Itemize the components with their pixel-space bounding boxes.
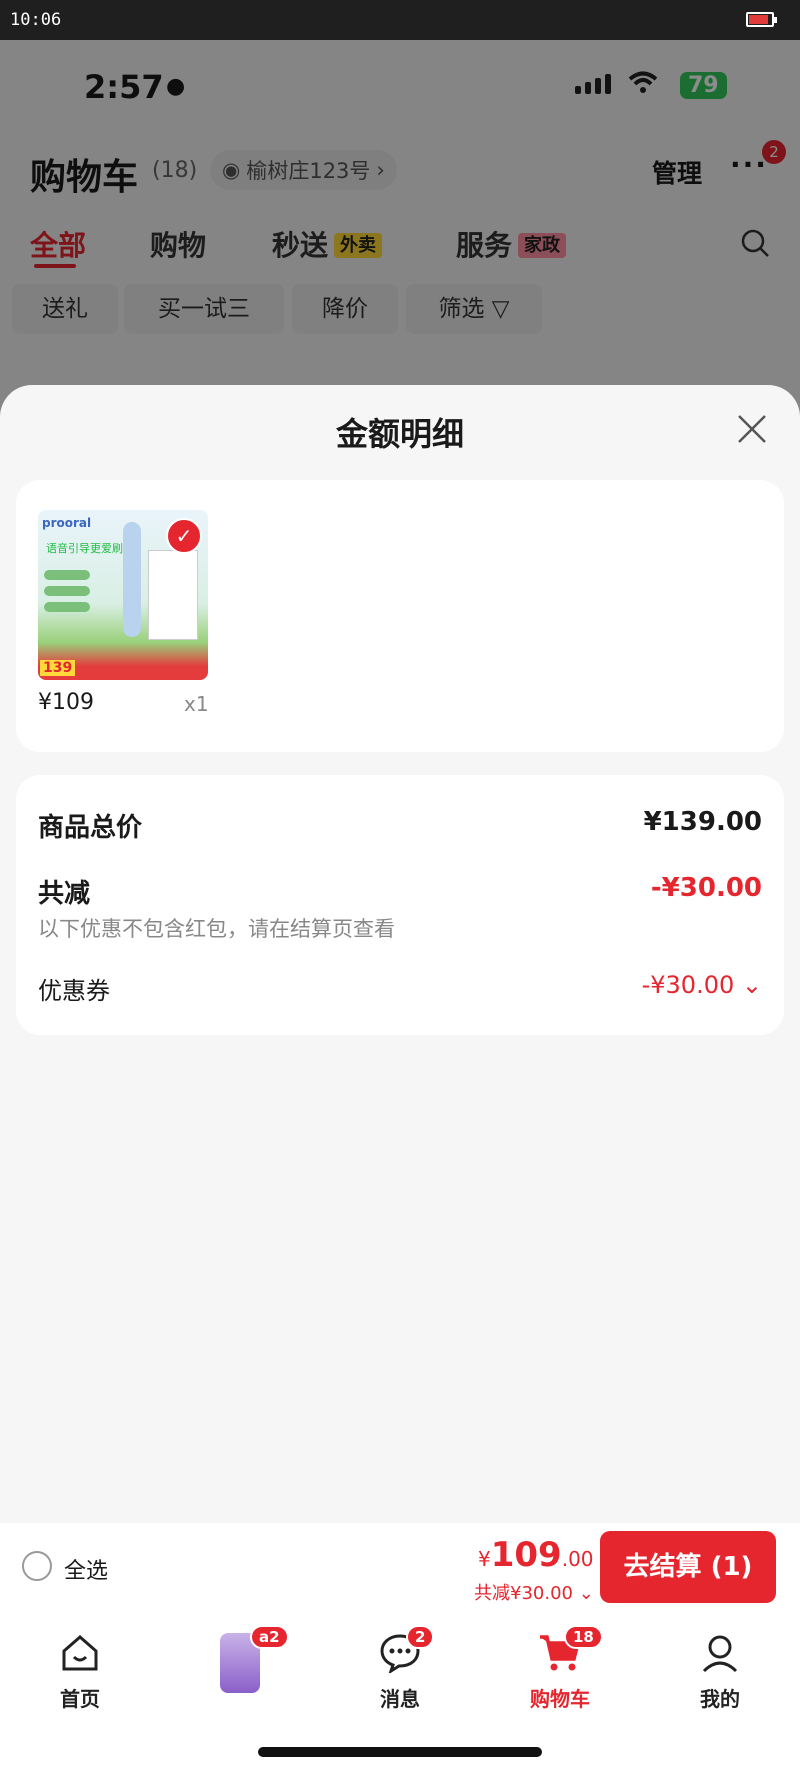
total-value: ¥139.00 <box>643 807 762 837</box>
device-battery-icon <box>746 12 777 27</box>
nav-product[interactable]: a2 <box>180 1625 300 1697</box>
total-row: 商品总价 ¥139.00 <box>38 807 762 844</box>
discount-label: 共减 <box>38 879 91 909</box>
product-quantity: x1 <box>184 692 209 716</box>
cart-icon <box>538 1635 582 1677</box>
saved-text: 共减¥30.00 <box>474 1583 573 1604</box>
price-summary-card: 商品总价 ¥139.00 共减 -¥30.00 以下优惠不包含红包，请在结算页查… <box>16 775 784 1035</box>
home-icon <box>60 1635 100 1677</box>
checkout-button[interactable]: 去结算 (1) <box>600 1531 776 1603</box>
product-thumbnail[interactable]: prooral 语音引导更爱刷牙 139 ✓ <box>38 510 208 680</box>
close-icon[interactable] <box>736 413 768 449</box>
thumb-brand: prooral <box>42 516 92 530</box>
product-price: ¥109 <box>38 690 94 715</box>
home-indicator <box>258 1747 542 1757</box>
select-all-radio[interactable] <box>22 1551 52 1581</box>
coupon-label: 优惠券 <box>38 977 110 1005</box>
nav-home-label: 首页 <box>60 1687 100 1711</box>
sheet-title: 金额明细 <box>335 415 464 453</box>
nav-cart[interactable]: 18 购物车 <box>500 1625 620 1712</box>
coupon-row[interactable]: 优惠券 -¥30.00 ⌄ <box>38 971 762 1006</box>
discount-value: -¥30.00 <box>650 873 762 903</box>
chevron-down-icon: ⌄ <box>578 1583 594 1604</box>
total-currency: ¥ <box>478 1547 491 1571</box>
discount-row: 共减 -¥30.00 <box>38 873 762 910</box>
nav-product-badge: a2 <box>250 1625 289 1649</box>
bottom-bar: 全选 ¥109.00 共减¥30.00 ⌄ 去结算 (1) 首页 a2 2 消息… <box>0 1523 800 1769</box>
total-price: ¥109.00 <box>478 1535 594 1575</box>
device-status-bar: 10:06 <box>0 0 800 40</box>
product-card: prooral 语音引导更爱刷牙 139 ✓ ¥109 x1 <box>16 480 784 752</box>
nav-profile-label: 我的 <box>700 1687 740 1711</box>
nav-cart-badge: 18 <box>564 1625 603 1649</box>
total-decimal: .00 <box>561 1547 594 1571</box>
thumb-headline: 语音引导更爱刷牙 <box>46 542 134 555</box>
nav-messages[interactable]: 2 消息 <box>340 1625 460 1712</box>
select-all-label[interactable]: 全选 <box>64 1553 108 1585</box>
total-label: 商品总价 <box>38 813 143 843</box>
profile-icon <box>700 1635 740 1677</box>
message-icon <box>379 1634 421 1677</box>
total-integer: 109 <box>490 1535 562 1575</box>
nav-messages-badge: 2 <box>406 1625 435 1649</box>
nav-cart-label: 购物车 <box>530 1687 590 1711</box>
thumb-price: 139 <box>40 660 76 676</box>
saved-amount[interactable]: 共减¥30.00 ⌄ <box>474 1579 594 1605</box>
checked-icon: ✓ <box>166 518 202 554</box>
nav-profile[interactable]: 我的 <box>660 1633 780 1712</box>
coupon-amount: -¥30.00 <box>641 971 735 999</box>
coupon-value[interactable]: -¥30.00 ⌄ <box>642 971 762 999</box>
device-time: 10:06 <box>10 10 62 30</box>
discount-note: 以下优惠不包含红包，请在结算页查看 <box>38 917 395 941</box>
nav-home[interactable]: 首页 <box>20 1633 140 1712</box>
chevron-down-icon: ⌄ <box>741 971 762 999</box>
nav-messages-label: 消息 <box>380 1687 420 1711</box>
bottom-nav: 首页 a2 2 消息 18 购物车 我的 <box>0 1625 800 1733</box>
